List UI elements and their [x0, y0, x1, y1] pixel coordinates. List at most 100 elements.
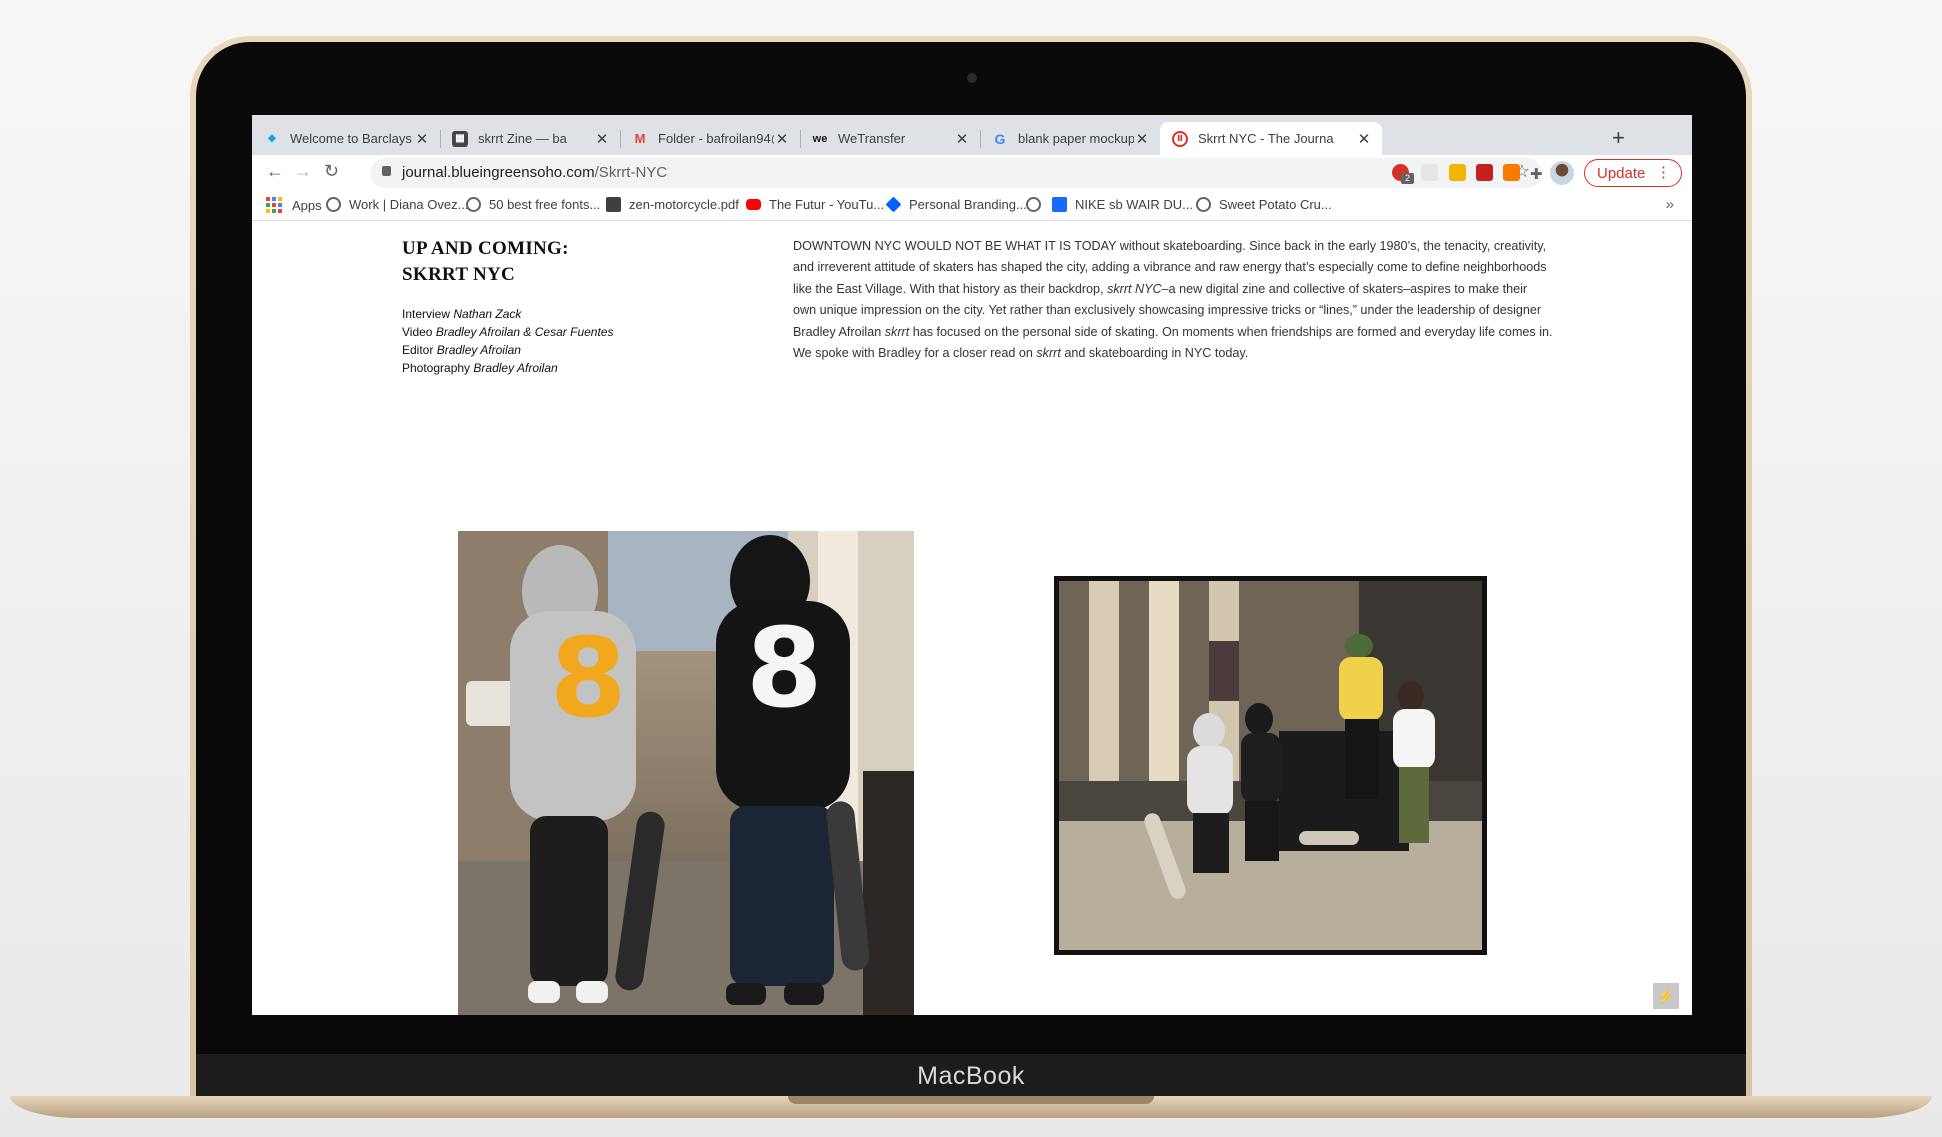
article-text: and skateboarding in NYC today.: [1060, 346, 1249, 361]
back-arrow-icon[interactable]: ←: [266, 161, 284, 182]
credit-role: Video: [402, 325, 433, 339]
extension-icon[interactable]: [1503, 164, 1520, 181]
article-emphasis: skrrt: [884, 324, 910, 339]
globe-icon: [466, 197, 481, 212]
extension-badge: 2: [1401, 173, 1414, 184]
article-credits: Interview Nathan Zack Video Bradley Afro…: [402, 305, 613, 377]
bookmark-apps[interactable]: Apps: [266, 197, 322, 213]
tab-gmail-folder[interactable]: M Folder - bafroilan94@g ✕: [620, 122, 801, 155]
credit-name: Nathan Zack: [453, 307, 522, 321]
article-emphasis: skrrt: [1036, 346, 1061, 361]
tab-strip: ◆ Welcome to Barclays U ✕ ▦ skrrt Zine —…: [252, 115, 1692, 155]
credit-role: Interview: [402, 307, 451, 321]
photo-illustration: [458, 531, 914, 1015]
bookmark-item[interactable]: Work | Diana Ovez...: [326, 197, 468, 212]
globe-icon: [1196, 197, 1211, 212]
bookmarks-bar: Apps Work | Diana Ovez... 50 best free f…: [252, 191, 1692, 221]
dropbox-icon: [885, 196, 902, 213]
tab-barclays[interactable]: ◆ Welcome to Barclays U ✕: [252, 122, 441, 155]
laptop-notch: [788, 1096, 1154, 1104]
bookmark-item[interactable]: Personal Branding...: [885, 196, 1027, 213]
bookmark-label: Sweet Potato Cru...: [1219, 197, 1332, 212]
close-icon[interactable]: ✕: [594, 130, 610, 148]
browser-window: ◆ Welcome to Barclays U ✕ ▦ skrrt Zine —…: [252, 115, 1692, 1015]
bookmark-label: Apps: [292, 197, 322, 213]
tab-title: WeTransfer: [838, 131, 906, 146]
forward-arrow-icon[interactable]: →: [294, 161, 312, 182]
tab-title: blank paper mockup - G: [1018, 131, 1134, 146]
bookmark-item[interactable]: The Futur - YouTu...: [746, 197, 884, 212]
credit-name: Bradley Afroilan: [436, 343, 521, 357]
credit-name: Bradley Afroilan & Cesar Fuentes: [435, 325, 614, 339]
bookmark-item[interactable]: NIKE sb WAIR DU...: [1052, 197, 1193, 212]
close-icon[interactable]: ✕: [954, 130, 970, 148]
tab-title: Skrrt NYC - The Journa: [1198, 131, 1334, 146]
photo-skaters-hoodies: 8 8: [458, 531, 914, 1015]
pdf-extension-icon[interactable]: [1476, 164, 1493, 181]
google-icon: G: [994, 130, 1006, 147]
apps-grid-icon: [266, 197, 282, 213]
tab-title: Welcome to Barclays U: [290, 131, 414, 146]
bookmark-item[interactable]: [1026, 197, 1049, 212]
tab-skrrt-zine[interactable]: ▦ skrrt Zine — ba ✕: [440, 122, 621, 155]
bookmark-label: 50 best free fonts...: [489, 197, 601, 212]
address-bar[interactable]: journal.blueingreensoho.com/Skrrt-NYC ☆: [370, 158, 1542, 188]
lightning-icon[interactable]: ⚡: [1653, 983, 1679, 1009]
address-url: journal.blueingreensoho.com/Skrrt-NYC: [402, 164, 667, 181]
tab-title: Folder - bafroilan94@g: [658, 131, 774, 146]
web-page: UP AND COMING: SKRRT NYC Interview Natha…: [252, 221, 1692, 1015]
credit-line: Interview Nathan Zack: [402, 305, 613, 323]
tab-google-search[interactable]: G blank paper mockup - G ✕: [980, 122, 1160, 155]
article-heading: UP AND COMING: SKRRT NYC: [402, 236, 569, 288]
url-path: /Skrrt-NYC: [594, 164, 668, 181]
hoodie-logo-grey: 8: [550, 614, 627, 742]
close-icon[interactable]: ✕: [1134, 130, 1150, 148]
credit-name: Bradley Afroilan: [473, 361, 558, 375]
bookmark-item[interactable]: Sweet Potato Cru...: [1196, 197, 1332, 212]
bookmark-item[interactable]: 50 best free fonts...: [466, 197, 600, 212]
webcam: [967, 73, 977, 83]
menu-dots-icon[interactable]: ⋮: [1656, 163, 1671, 181]
tab-wetransfer[interactable]: we WeTransfer ✕: [800, 122, 981, 155]
reload-icon[interactable]: ↻: [324, 161, 339, 182]
update-button[interactable]: Update ⋮: [1584, 159, 1682, 187]
bookmark-label: Work | Diana Ovez...: [349, 197, 469, 212]
url-domain: journal.blueingreensoho.com: [402, 164, 595, 181]
new-tab-button[interactable]: +: [1612, 125, 1625, 151]
bookmark-label: NIKE sb WAIR DU...: [1075, 197, 1193, 212]
tab-title: skrrt Zine — ba: [478, 131, 567, 146]
close-icon[interactable]: ✕: [1356, 130, 1372, 148]
article-intro: DOWNTOWN NYC WOULD NOT BE WHAT IT IS TOD…: [793, 236, 1553, 364]
bookmark-item[interactable]: zen-motorcycle.pdf: [606, 197, 739, 212]
barclays-eagle-icon: ◆: [268, 133, 276, 144]
heading-line-1: UP AND COMING:: [402, 238, 569, 259]
photo-image: [1059, 581, 1482, 950]
extension-icon[interactable]: [1421, 164, 1438, 181]
browser-toolbar: ← → ↻ journal.blueingreensoho.com/Skrrt-…: [252, 155, 1692, 191]
wetransfer-icon: we: [812, 132, 828, 145]
extension-icon[interactable]: [1449, 164, 1466, 181]
close-icon[interactable]: ✕: [414, 130, 430, 148]
hoodie-logo-black: 8: [746, 604, 823, 732]
building-icon: [606, 197, 621, 212]
update-label: Update: [1597, 164, 1646, 182]
puzzle-icon[interactable]: ✚: [1530, 165, 1547, 183]
photo-illustration: [1059, 581, 1482, 950]
credit-line: Editor Bradley Afroilan: [402, 341, 613, 359]
bookmark-label: Personal Branding...: [909, 197, 1027, 212]
gmail-icon: M: [634, 131, 646, 146]
credit-line: Video Bradley Afroilan & Cesar Fuentes: [402, 323, 613, 341]
avatar[interactable]: [1550, 161, 1574, 185]
bookmarks-overflow-icon[interactable]: »: [1666, 196, 1674, 213]
skrrt-icon: ▦: [452, 130, 468, 147]
lock-icon: [382, 166, 391, 176]
credit-role: Editor: [402, 343, 434, 357]
tab-skrrt-journal[interactable]: Ⅲ Skrrt NYC - The Journa ✕: [1160, 122, 1382, 155]
close-icon[interactable]: ✕: [774, 130, 790, 148]
bookmark-label: The Futur - YouTu...: [769, 197, 885, 212]
credit-role: Photography: [402, 361, 471, 375]
journal-icon: Ⅲ: [1172, 130, 1188, 147]
article-emphasis: skrrt NYC: [1107, 281, 1162, 296]
behance-icon: [1052, 197, 1067, 212]
heading-line-2: SKRRT NYC: [402, 264, 516, 285]
